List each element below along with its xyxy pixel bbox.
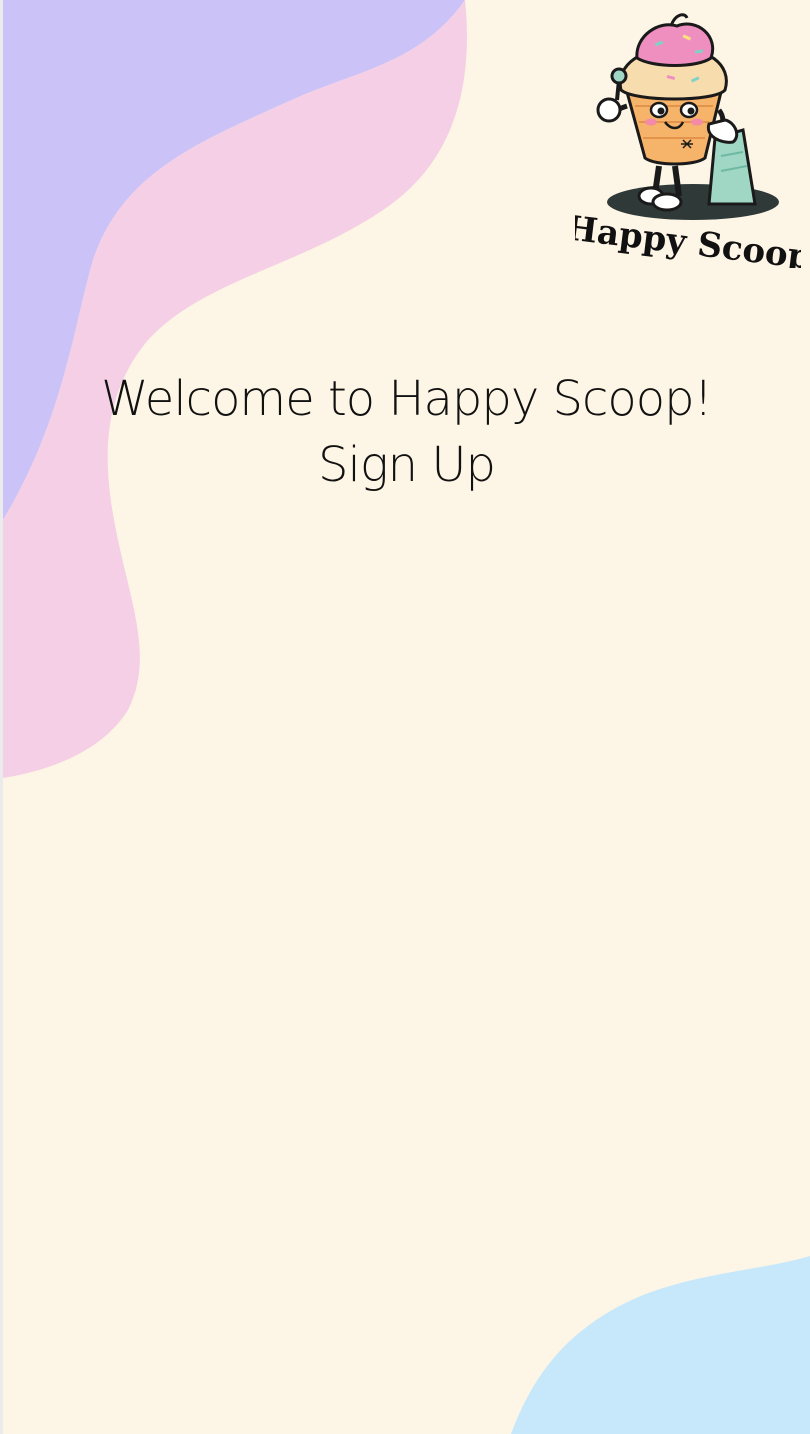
signup-screen: Happy Scoop Welcome to Happy Scoop! Sign… <box>3 0 810 1434</box>
welcome-title: Welcome to Happy Scoop! <box>101 371 713 427</box>
blue-blob <box>511 1256 810 1434</box>
welcome-heading: Welcome to Happy Scoop! Sign Up <box>3 366 810 498</box>
ice-cream-mascot-icon: Happy Scoop <box>575 13 801 268</box>
signup-title[interactable]: Sign Up <box>3 432 810 498</box>
